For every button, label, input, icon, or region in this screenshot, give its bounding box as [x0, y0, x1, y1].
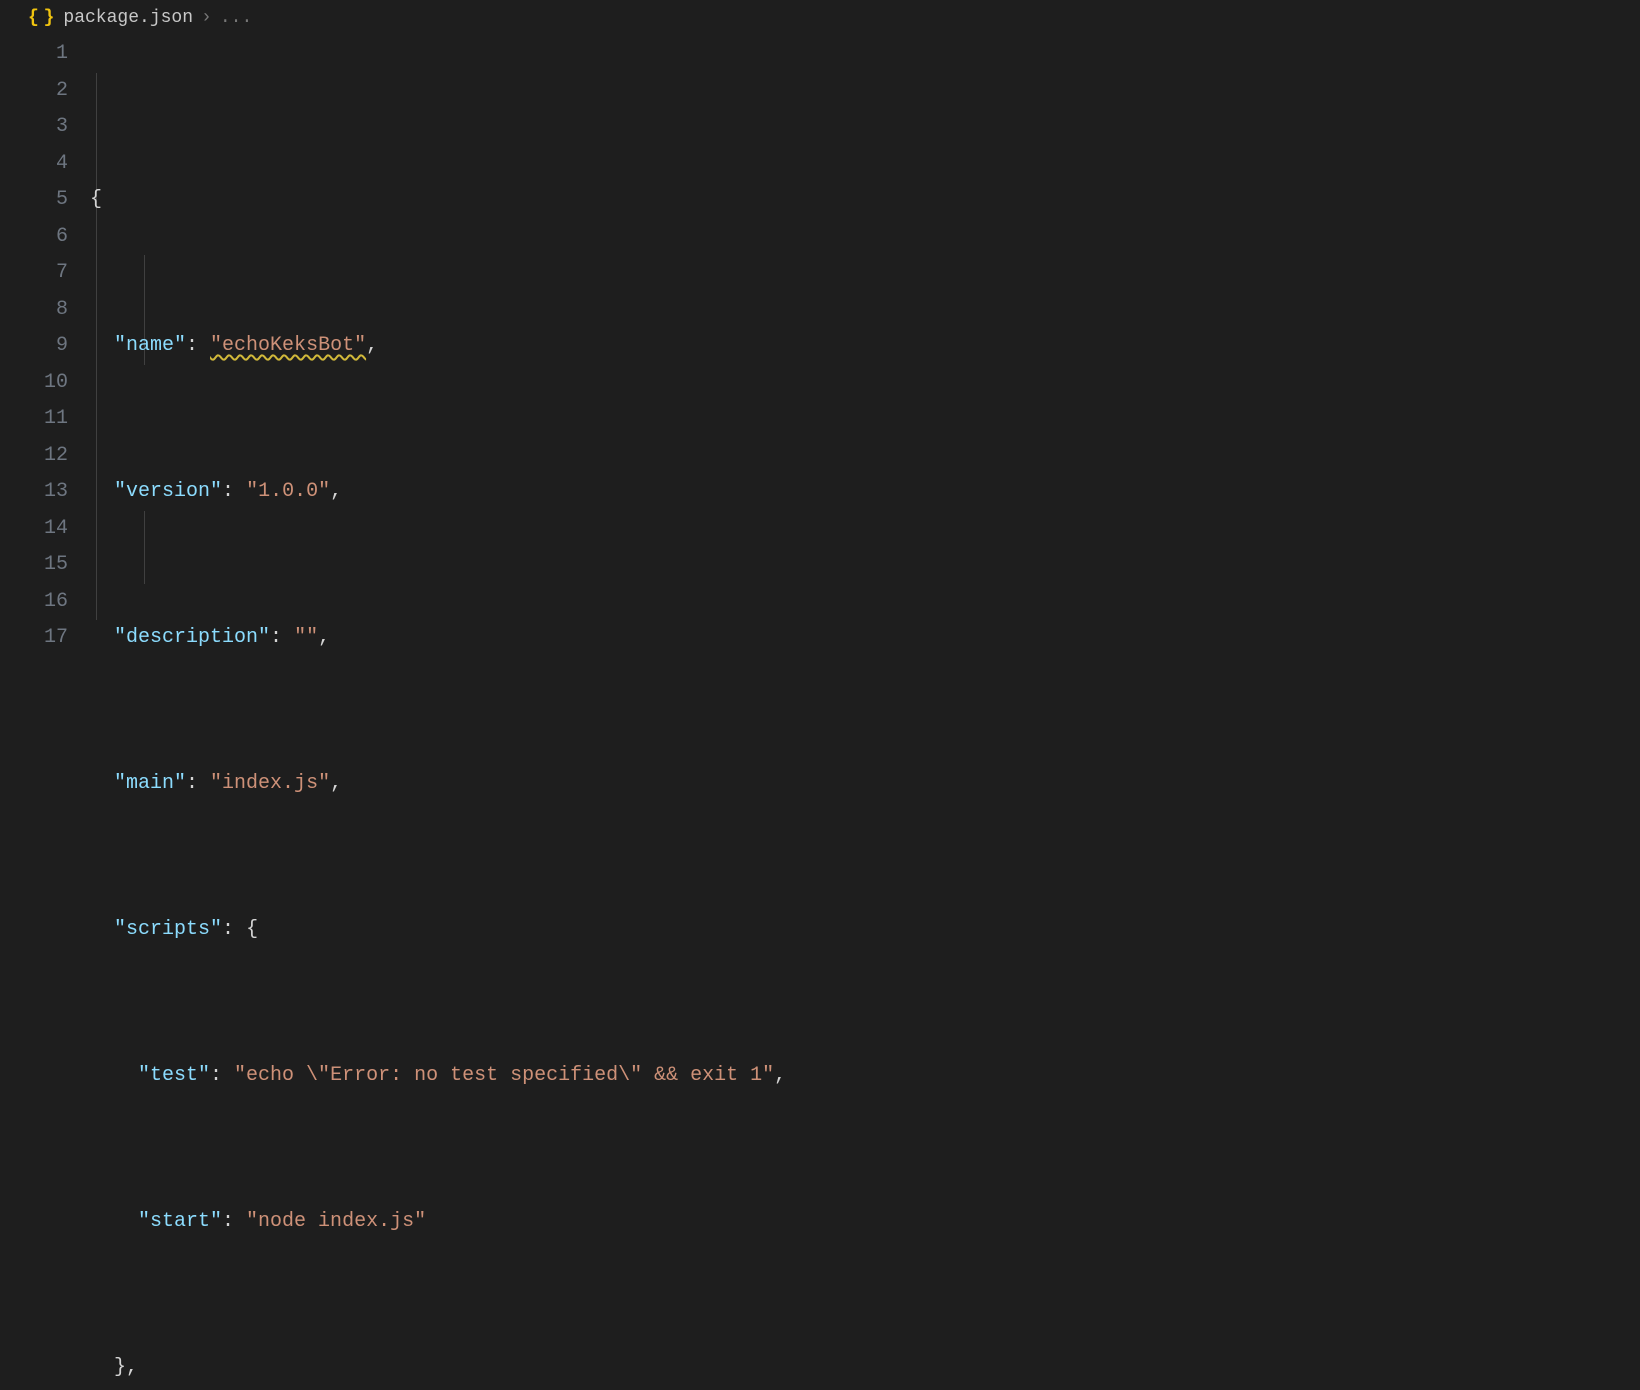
code-editor[interactable]: 1 2 3 4 5 6 7 8 9 10 11 12 13 14 15 16 1… [0, 36, 1640, 1390]
line-number: 3 [0, 109, 68, 146]
line-number: 13 [0, 474, 68, 511]
line-number: 11 [0, 401, 68, 438]
json-string: "index.js" [210, 772, 330, 795]
json-string: "1.0.0" [246, 480, 330, 503]
line-number: 16 [0, 584, 68, 621]
line-number: 1 [0, 36, 68, 73]
code-line[interactable]: "test": "echo \"Error: no test specified… [90, 1058, 1640, 1095]
code-area[interactable]: { "name": "echoKeksBot", "version": "1.0… [90, 36, 1640, 1390]
line-number: 10 [0, 365, 68, 402]
json-key: "main" [114, 772, 186, 795]
json-string: "echo \"Error: no test specified\" && ex… [234, 1064, 774, 1087]
json-key: "name" [114, 334, 186, 357]
json-key: "scripts" [114, 918, 222, 941]
line-number: 8 [0, 292, 68, 329]
line-number: 14 [0, 511, 68, 548]
json-key: "description" [114, 626, 270, 649]
code-line[interactable]: "scripts": { [90, 912, 1640, 949]
brace-close: } [114, 1356, 126, 1379]
json-key: "test" [138, 1064, 210, 1087]
line-number-gutter: 1 2 3 4 5 6 7 8 9 10 11 12 13 14 15 16 1… [0, 36, 90, 1390]
brace-open: { [246, 918, 258, 941]
line-number: 9 [0, 328, 68, 365]
line-number: 6 [0, 219, 68, 256]
code-line[interactable]: "main": "index.js", [90, 766, 1640, 803]
code-line[interactable]: "version": "1.0.0", [90, 474, 1640, 511]
line-number: 5 [0, 182, 68, 219]
brace-open: { [90, 188, 102, 211]
chevron-right-icon: › [201, 8, 212, 28]
code-line[interactable]: "name": "echoKeksBot", [90, 328, 1640, 365]
indent-guide [144, 511, 145, 584]
line-number: 7 [0, 255, 68, 292]
json-string-warning: "echoKeksBot" [210, 334, 366, 357]
line-number: 4 [0, 146, 68, 183]
breadcrumb-ellipsis[interactable]: ... [220, 8, 252, 28]
code-line[interactable]: { [90, 182, 1640, 219]
line-number: 12 [0, 438, 68, 475]
line-number: 15 [0, 547, 68, 584]
json-file-icon: { } [28, 8, 51, 28]
code-line[interactable]: }, [90, 1350, 1640, 1387]
json-string: "node index.js" [246, 1210, 426, 1233]
code-line[interactable]: "description": "", [90, 620, 1640, 657]
json-string: "" [294, 626, 318, 649]
json-key: "start" [138, 1210, 222, 1233]
line-number: 2 [0, 73, 68, 110]
json-key: "version" [114, 480, 222, 503]
breadcrumb-file[interactable]: package.json [63, 8, 193, 28]
breadcrumb[interactable]: { } package.json › ... [0, 0, 1640, 36]
line-number: 17 [0, 620, 68, 657]
code-line[interactable]: "start": "node index.js" [90, 1204, 1640, 1241]
